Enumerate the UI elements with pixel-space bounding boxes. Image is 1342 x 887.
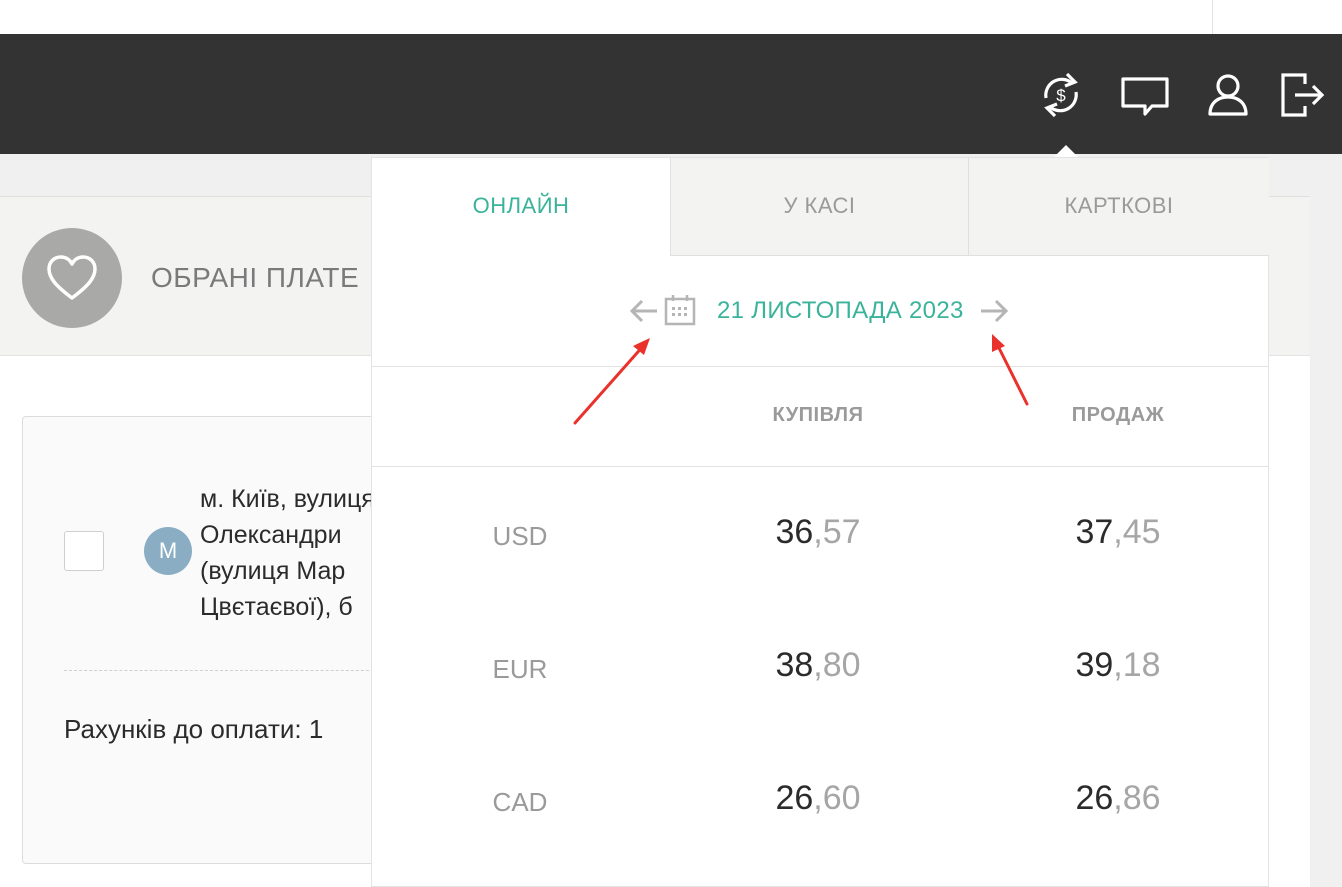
buy-rate-int: 38 — [775, 646, 814, 684]
chat-icon[interactable] — [1118, 66, 1172, 124]
buy-rate-frac: ,57 — [813, 513, 861, 551]
rate-row-eur: EUR 38,80 39,18 — [372, 600, 1268, 733]
sell-rate: 39,18 — [1018, 646, 1218, 685]
svg-text:$: $ — [1056, 86, 1066, 105]
top-strip-divider — [1212, 0, 1213, 34]
tab-cash-desk[interactable]: У КАСІ — [670, 158, 968, 256]
buy-rate: 26,60 — [718, 779, 918, 818]
payment-address[interactable]: м. Київ, вулиця Олександри (вулиця Мар Ц… — [200, 481, 390, 625]
sell-rate: 37,45 — [1018, 513, 1218, 552]
avatar: М — [144, 527, 192, 575]
column-sell: ПРОДАЖ — [1071, 404, 1165, 426]
column-buy: КУПІВЛЯ — [772, 404, 864, 426]
sell-rate-frac: ,45 — [1113, 513, 1161, 551]
buy-rate-frac: ,80 — [813, 646, 861, 684]
date-selector: 21 ЛИСТОПАДА 2023 — [372, 256, 1268, 367]
rate-row-cad: CAD 26,60 26,86 — [372, 733, 1268, 866]
sell-rate-frac: ,18 — [1113, 646, 1161, 684]
bills-to-pay: Рахунків до оплати: 1 — [64, 714, 324, 744]
arrow-left-icon[interactable] — [628, 296, 660, 326]
tab-card-rates[interactable]: КАРТКОВІ — [968, 158, 1269, 256]
sell-rate-int: 39 — [1075, 646, 1114, 684]
exchange-rates-popup: ОНЛАЙН У КАСІ КАРТКОВІ 21 ЛИСТОПАДА 2023 — [371, 157, 1269, 887]
top-strip — [0, 0, 1342, 34]
card-divider — [64, 670, 394, 671]
buy-rate: 36,57 — [718, 513, 918, 552]
tab-online[interactable]: ОНЛАЙН — [372, 158, 670, 256]
favorites-avatar — [22, 228, 122, 328]
buy-rate-int: 36 — [775, 513, 814, 551]
sell-rate-int: 37 — [1075, 513, 1114, 551]
currency-code: USD — [492, 521, 548, 551]
currency-code: EUR — [492, 654, 548, 684]
arrow-right-icon[interactable] — [978, 296, 1010, 326]
currency-code: CAD — [492, 787, 548, 817]
buy-rate: 38,80 — [718, 646, 918, 685]
heart-icon — [47, 255, 97, 300]
rates-header-row: КУПІВЛЯ ПРОДАЖ — [372, 366, 1268, 467]
buy-rate-frac: ,60 — [813, 779, 861, 817]
logout-icon[interactable] — [1275, 66, 1329, 124]
rates-date[interactable]: 21 ЛИСТОПАДА 2023 — [717, 297, 964, 325]
sell-rate-int: 26 — [1075, 779, 1114, 817]
sell-rate: 26,86 — [1018, 779, 1218, 818]
currency-exchange-icon[interactable]: $ — [1034, 66, 1088, 124]
rate-row-usd: USD 36,57 37,45 — [372, 467, 1268, 600]
user-icon[interactable] — [1201, 66, 1255, 124]
sell-rate-frac: ,86 — [1113, 779, 1161, 817]
favorites-title: ОБРАНІ ПЛАТЕ — [151, 262, 360, 293]
calendar-icon[interactable] — [664, 294, 696, 326]
payment-checkbox[interactable] — [64, 531, 104, 571]
buy-rate-int: 26 — [775, 779, 814, 817]
